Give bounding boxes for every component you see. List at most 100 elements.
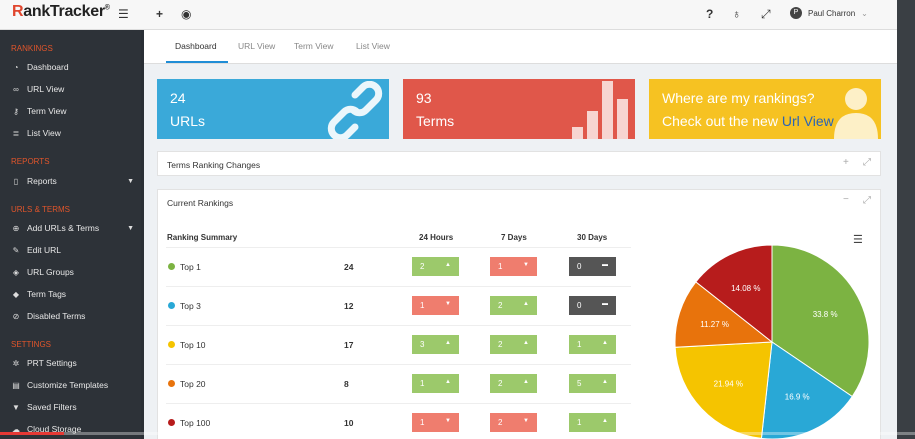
change-badge-d30[interactable]: 0 ▬ — [569, 257, 616, 276]
sidebar-item-dashboard[interactable]: ◔ Dashboard — [11, 59, 139, 75]
pie-slice-label: 33.8 % — [813, 310, 838, 319]
table-row: Top 20 8 1 ▲ 2 ▲ 5 ▲ — [166, 364, 631, 402]
sidebar-item-prt-settings[interactable]: ✲ PRT Settings — [11, 355, 139, 371]
resize-icon[interactable]: ⤢ — [863, 195, 871, 206]
change-badge-d30[interactable]: 1 ▲ — [569, 335, 616, 354]
plus-icon: ⊕ — [12, 223, 20, 233]
ranking-tier-count: 10 — [344, 418, 354, 428]
dashboard-icon: ◔ — [13, 62, 19, 72]
ranking-summary-header: Ranking Summary — [167, 233, 238, 242]
pie-slice-label: 21.94 % — [714, 379, 743, 388]
help-icon[interactable]: ? — [706, 7, 713, 21]
urls-label: URLs — [170, 113, 206, 129]
file-icon: ▯ — [13, 176, 19, 186]
table-row: Top 10 17 3 ▲ 2 ▲ 1 ▲ — [166, 325, 631, 363]
sidebar-item-term-view[interactable]: ⚷ Term View — [11, 103, 139, 119]
sidebar-section-reports: REPORTS — [11, 157, 50, 166]
expand-panel-icon[interactable]: + — [843, 157, 849, 168]
24-hours-header: 24 Hours — [419, 233, 454, 242]
sidebar: RANKINGS ◔ Dashboard ∞ URL View ⚷ Term View… — [0, 30, 141, 439]
tab-list-view[interactable]: List View — [356, 41, 390, 51]
series-color-dot — [168, 419, 175, 426]
template-icon: ▤ — [12, 380, 20, 390]
panel-title: Current Rankings — [167, 198, 234, 208]
main-content: Dashboard URL View Term View List View 2… — [144, 30, 897, 439]
arrow-up-icon: ▲ — [445, 340, 451, 346]
terms-stat-card[interactable]: 93 Terms — [403, 79, 635, 139]
series-color-dot — [168, 380, 175, 387]
filter-icon: ▼ — [12, 402, 20, 412]
change-badge-h24[interactable]: 2 ▲ — [412, 257, 459, 276]
sidebar-item-edit-url[interactable]: ✎ Edit URL — [11, 242, 139, 258]
terms-label: Terms — [416, 113, 455, 129]
change-badge-d7[interactable]: 2 ▲ — [490, 374, 537, 393]
series-color-dot — [168, 263, 175, 270]
rank-tracker-logo[interactable]: RankTracker® — [12, 3, 110, 21]
url-view-promo-card[interactable]: Where are my rankings? Check out the new… — [649, 79, 881, 139]
table-row: Top 3 12 1 ▼ 2 ▲ 0 ▬ — [166, 286, 631, 324]
tab-term-view[interactable]: Term View — [294, 41, 334, 51]
change-badge-h24[interactable]: 1 ▼ — [412, 413, 459, 432]
sidebar-item-customize-templates[interactable]: ▤ Customize Templates — [11, 377, 139, 393]
bulb-icon[interactable]: ♁ — [732, 7, 741, 21]
arrow-up-icon: ▲ — [523, 340, 529, 346]
sidebar-item-url-groups[interactable]: ◈ URL Groups — [11, 264, 139, 280]
arrow-up-icon: ▲ — [445, 379, 451, 385]
expand-icon[interactable]: ⤢ — [761, 7, 771, 21]
key-icon: ⚷ — [13, 106, 19, 116]
list-icon: ≣ — [12, 128, 20, 138]
video-progress-bar[interactable] — [0, 432, 915, 435]
window-edge — [897, 0, 915, 439]
arrow-up-icon: ▲ — [602, 379, 608, 385]
sidebar-section-urls-terms: URLS & TERMS — [11, 205, 70, 214]
change-badge-h24[interactable]: 1 ▼ — [412, 296, 459, 315]
sidebar-item-reports[interactable]: ▯ Reports ▼ — [11, 173, 139, 189]
urls-count: 24 — [170, 90, 186, 106]
person-silhouette-icon — [834, 88, 878, 139]
sidebar-item-url-view[interactable]: ∞ URL View — [11, 81, 139, 97]
change-badge-d7[interactable]: 2 ▲ — [490, 335, 537, 354]
change-badge-h24[interactable]: 1 ▲ — [412, 374, 459, 393]
collapse-panel-icon[interactable]: − — [843, 194, 849, 205]
pie-slice-label: 16.9 % — [785, 393, 810, 402]
urls-stat-card[interactable]: 24 URLs — [157, 79, 389, 139]
user-menu[interactable]: P Paul Charron ⌄ — [790, 7, 868, 19]
arrow-up-icon: ▲ — [602, 418, 608, 424]
sidebar-item-term-tags[interactable]: ◆ Term Tags — [11, 286, 139, 302]
sidebar-section-settings: SETTINGS — [11, 340, 52, 349]
arrow-down-icon: ▼ — [445, 301, 451, 307]
add-icon[interactable]: + — [156, 7, 163, 21]
change-badge-h24[interactable]: 3 ▲ — [412, 335, 459, 354]
tab-dashboard[interactable]: Dashboard — [175, 41, 217, 51]
rankings-pie-chart: 33.8 % 16.9 % 21.94 % 11.27 % 14.08 % — [674, 244, 870, 439]
active-tab-indicator — [166, 61, 228, 63]
resize-icon[interactable]: ⤢ — [863, 157, 871, 168]
change-badge-d30[interactable]: 0 ▬ — [569, 296, 616, 315]
sidebar-item-list-view[interactable]: ≣ List View — [11, 125, 139, 141]
ranking-tier-label: Top 100 — [180, 418, 211, 428]
change-badge-d30[interactable]: 5 ▲ — [569, 374, 616, 393]
eye-icon[interactable]: ◉ — [181, 7, 191, 21]
pie-slice[interactable] — [674, 341, 773, 439]
ranking-tier-label: Top 10 — [180, 340, 206, 350]
ranking-tier-label: Top 20 — [180, 379, 206, 389]
change-badge-d7[interactable]: 1 ▼ — [490, 257, 537, 276]
sidebar-item-add-urls-terms[interactable]: ⊕ Add URLs & Terms ▼ — [11, 220, 139, 236]
sidebar-item-disabled-terms[interactable]: ⊘ Disabled Terms — [11, 308, 139, 324]
arrow-down-icon: ▼ — [445, 418, 451, 424]
arrow-up-icon: ▲ — [523, 379, 529, 385]
change-badge-d7[interactable]: 2 ▲ — [490, 296, 537, 315]
ranking-tier-count: 8 — [344, 379, 349, 389]
change-badge-d7[interactable]: 2 ▼ — [490, 413, 537, 432]
promo-text: Check out the new Url View — [662, 113, 834, 129]
pie-slice-label: 11.27 % — [700, 320, 729, 329]
avatar: P — [790, 7, 802, 19]
tab-url-view[interactable]: URL View — [238, 41, 275, 51]
url-view-link[interactable]: Url View — [782, 113, 834, 129]
hamburger-menu-icon[interactable]: ☰ — [118, 7, 129, 21]
chain-link-icon — [327, 81, 383, 139]
change-badge-d30[interactable]: 1 ▲ — [569, 413, 616, 432]
7-days-header: 7 Days — [501, 233, 527, 242]
sidebar-item-saved-filters[interactable]: ▼ Saved Filters — [11, 399, 139, 415]
current-rankings-panel: Current Rankings − ⤢ Ranking Summary 24 … — [157, 189, 881, 439]
